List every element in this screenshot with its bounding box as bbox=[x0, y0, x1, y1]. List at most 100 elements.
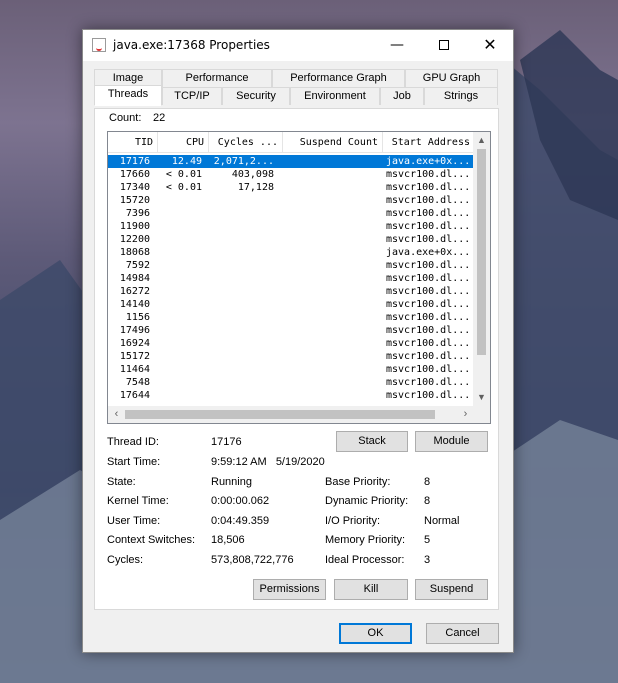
scroll-down-icon[interactable]: ▼ bbox=[473, 389, 490, 406]
horizontal-scroll-thumb[interactable] bbox=[125, 410, 435, 419]
thread-row[interactable]: 17644 msvcr100.dl... bbox=[108, 389, 474, 402]
thread-row[interactable]: 7592 msvcr100.dl... bbox=[108, 259, 474, 272]
thread-tid-cell: 15172 bbox=[119, 351, 150, 362]
suspend-button[interactable]: Suspend bbox=[415, 579, 488, 600]
properties-window: java.exe:17368 Properties — ✕ Image Perf… bbox=[82, 29, 514, 653]
thread-address-cell: msvcr100.dl... bbox=[386, 195, 471, 206]
list-header: TID ⌄CPU Cycles ... Suspend Count Start … bbox=[108, 132, 474, 153]
tab-tcpip[interactable]: TCP/IP bbox=[162, 87, 222, 105]
thread-row[interactable]: 1156 msvcr100.dl... bbox=[108, 311, 474, 324]
tab-strings[interactable]: Strings bbox=[424, 87, 498, 105]
column-cpu[interactable]: ⌄CPU bbox=[158, 132, 209, 153]
cancel-button[interactable]: Cancel bbox=[426, 623, 499, 644]
thread-row[interactable]: 17176 12.49 2,071,2... java.exe+0x... bbox=[108, 155, 474, 168]
thread-tid-cell: 18068 bbox=[119, 247, 150, 258]
thread-cpu-cell: 12.49 bbox=[171, 156, 202, 167]
thread-address-cell: msvcr100.dl... bbox=[386, 208, 471, 219]
tab-performance-graph[interactable]: Performance Graph bbox=[272, 69, 405, 87]
thread-row[interactable]: 14984 msvcr100.dl... bbox=[108, 272, 474, 285]
column-suspend-count[interactable]: Suspend Count bbox=[283, 132, 383, 153]
column-tid[interactable]: TID bbox=[108, 132, 158, 153]
thread-address-cell: msvcr100.dl... bbox=[386, 286, 471, 297]
threads-list[interactable]: TID ⌄CPU Cycles ... Suspend Count Start … bbox=[107, 131, 491, 424]
thread-row[interactable]: 18068 java.exe+0x... bbox=[108, 246, 474, 259]
tab-environment[interactable]: Environment bbox=[290, 87, 380, 105]
dynamic-priority-label: Dynamic Priority: bbox=[325, 495, 409, 507]
thread-tid-cell: 17340 bbox=[119, 182, 150, 193]
maximize-button[interactable] bbox=[421, 30, 467, 61]
thread-row[interactable]: 11464 msvcr100.dl... bbox=[108, 363, 474, 376]
permissions-button[interactable]: Permissions bbox=[253, 579, 326, 600]
start-time-label: Start Time: bbox=[107, 456, 161, 468]
thread-cpu-cell: < 0.01 bbox=[165, 169, 202, 180]
thread-row[interactable]: 17660 < 0.01 403,098 msvcr100.dl... bbox=[108, 168, 474, 181]
thread-row[interactable]: 17340 < 0.01 17,128 msvcr100.dl... bbox=[108, 181, 474, 194]
thread-tid-cell: 1156 bbox=[125, 312, 150, 323]
stack-button[interactable]: Stack bbox=[336, 431, 408, 452]
scroll-right-icon[interactable]: › bbox=[457, 406, 474, 423]
thread-tid-cell: 7396 bbox=[125, 208, 150, 219]
thread-address-cell: msvcr100.dl... bbox=[386, 299, 471, 310]
thread-row[interactable]: 11900 msvcr100.dl... bbox=[108, 220, 474, 233]
thread-row[interactable]: 17496 msvcr100.dl... bbox=[108, 324, 474, 337]
thread-tid-cell: 7548 bbox=[125, 377, 150, 388]
context-switches-value: 18,506 bbox=[211, 534, 245, 546]
thread-row[interactable]: 15720 msvcr100.dl... bbox=[108, 194, 474, 207]
ok-button[interactable]: OK bbox=[339, 623, 412, 644]
thread-address-cell: msvcr100.dl... bbox=[386, 390, 471, 401]
thread-row[interactable]: 7548 msvcr100.dl... bbox=[108, 376, 474, 389]
thread-row[interactable]: 16924 msvcr100.dl... bbox=[108, 337, 474, 350]
thread-cpu-cell: < 0.01 bbox=[165, 182, 202, 193]
tab-job[interactable]: Job bbox=[380, 87, 424, 105]
thread-tid-cell: 17176 bbox=[119, 156, 150, 167]
thread-row[interactable]: 7396 msvcr100.dl... bbox=[108, 207, 474, 220]
window-title: java.exe:17368 Properties bbox=[113, 38, 270, 52]
tab-security[interactable]: Security bbox=[222, 87, 290, 105]
thread-address-cell: java.exe+0x... bbox=[386, 156, 471, 167]
column-cycles[interactable]: Cycles ... bbox=[209, 132, 283, 153]
vertical-scrollbar[interactable]: ▲ ▼ bbox=[473, 132, 490, 406]
tab-gpu-graph[interactable]: GPU Graph bbox=[405, 69, 498, 87]
thread-row[interactable]: 14140 msvcr100.dl... bbox=[108, 298, 474, 311]
thread-id-value: 17176 bbox=[211, 436, 242, 448]
dynamic-priority-value: 8 bbox=[424, 495, 431, 507]
count-value: 22 bbox=[153, 112, 166, 124]
user-time-label: User Time: bbox=[107, 515, 161, 527]
io-priority-value: Normal bbox=[424, 515, 460, 527]
horizontal-scrollbar[interactable]: ‹ › bbox=[108, 406, 474, 423]
base-priority-value: 8 bbox=[424, 476, 431, 488]
base-priority-label: Base Priority: bbox=[325, 476, 391, 488]
thread-row[interactable]: 16272 msvcr100.dl... bbox=[108, 285, 474, 298]
thread-address-cell: msvcr100.dl... bbox=[386, 234, 471, 245]
scroll-corner bbox=[473, 406, 490, 423]
minimize-button[interactable]: — bbox=[374, 30, 420, 61]
close-button[interactable]: ✕ bbox=[467, 30, 513, 61]
column-start-address[interactable]: Start Address bbox=[383, 132, 474, 153]
maximize-icon bbox=[439, 40, 449, 50]
thread-tid-cell: 7592 bbox=[125, 260, 150, 271]
thread-address-cell: msvcr100.dl... bbox=[386, 338, 471, 349]
module-button[interactable]: Module bbox=[415, 431, 488, 452]
tab-threads[interactable]: Threads bbox=[94, 85, 162, 106]
user-time-value: 0:04:49.359 bbox=[211, 515, 270, 527]
scroll-up-icon[interactable]: ▲ bbox=[473, 132, 490, 149]
thread-address-cell: msvcr100.dl... bbox=[386, 312, 471, 323]
start-time-value: 9:59:12 AM 5/19/2020 bbox=[211, 456, 325, 468]
column-cpu-label: CPU bbox=[185, 137, 204, 148]
kill-button[interactable]: Kill bbox=[334, 579, 408, 600]
scroll-left-icon[interactable]: ‹ bbox=[108, 406, 125, 423]
thread-tid-cell: 11464 bbox=[119, 364, 150, 375]
vertical-scroll-thumb[interactable] bbox=[477, 149, 486, 355]
thread-tid-cell: 14984 bbox=[119, 273, 150, 284]
state-value: Running bbox=[211, 476, 252, 488]
memory-priority-label: Memory Priority: bbox=[325, 534, 406, 546]
thread-address-cell: msvcr100.dl... bbox=[386, 377, 471, 388]
memory-priority-value: 5 bbox=[424, 534, 431, 546]
tab-performance[interactable]: Performance bbox=[162, 69, 272, 87]
ideal-processor-value: 3 bbox=[424, 554, 431, 566]
thread-tid-cell: 17644 bbox=[119, 390, 150, 401]
thread-row[interactable]: 15172 msvcr100.dl... bbox=[108, 350, 474, 363]
thread-address-cell: msvcr100.dl... bbox=[386, 351, 471, 362]
io-priority-label: I/O Priority: bbox=[325, 515, 381, 527]
thread-row[interactable]: 12200 msvcr100.dl... bbox=[108, 233, 474, 246]
